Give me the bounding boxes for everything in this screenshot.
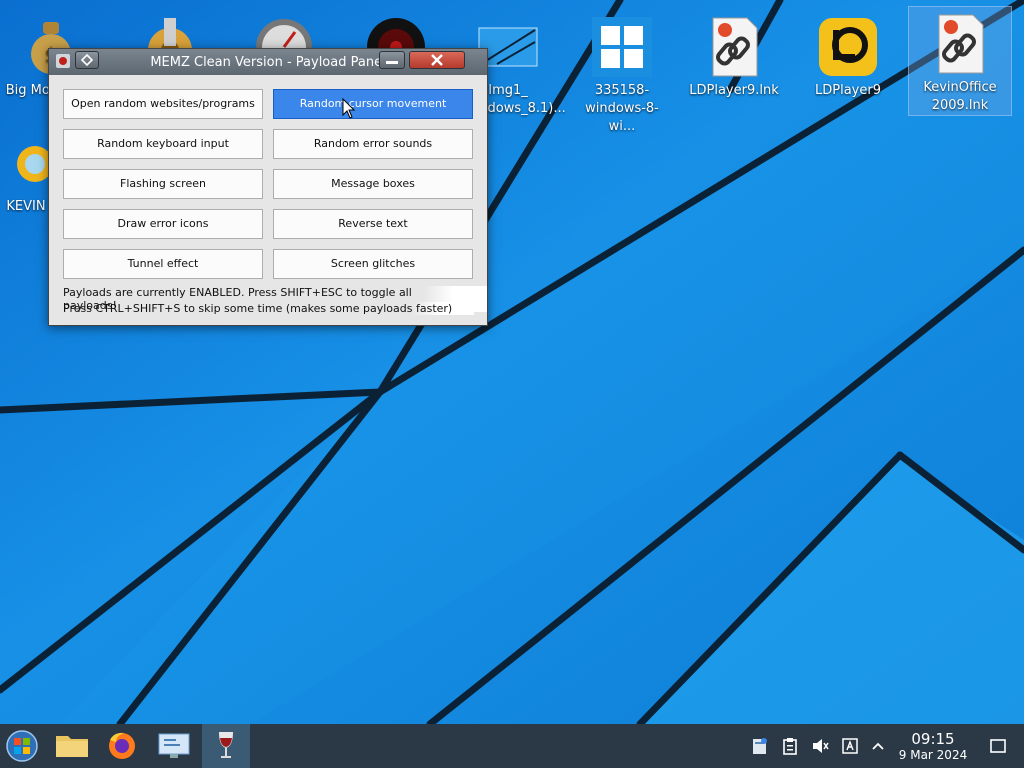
taskbar-wine-app[interactable] (202, 724, 250, 768)
clipboard-icon[interactable] (780, 736, 800, 756)
desktop-icon-label: LDPlayer9.lnk (689, 83, 779, 98)
payload-button-open-websites[interactable]: Open random websites/programs (63, 89, 263, 119)
wine-glass-icon (219, 732, 233, 758)
memz-payload-window: MEMZ Clean Version - Payload Panel Open … (48, 48, 488, 326)
clock-date[interactable]: 9 Mar 2024 (892, 748, 974, 762)
chevron-up-icon[interactable] (868, 736, 888, 756)
shortcut-file-icon (929, 13, 991, 75)
payload-button-tunnel-effect[interactable]: Tunnel effect (63, 249, 263, 279)
desktop: $ Big Money Dis Img1_ (Windows_8.1)... 3… (0, 0, 1024, 724)
payload-button-keyboard-input[interactable]: Random keyboard input (63, 129, 263, 159)
start-orb-icon (6, 730, 38, 762)
payload-button-flashing-screen[interactable]: Flashing screen (63, 169, 263, 199)
desktop-icon-ldplayer[interactable]: LDPlayer9 (796, 10, 900, 100)
notifier-icon[interactable] (750, 736, 770, 756)
clock-time[interactable]: 09:15 (898, 730, 968, 748)
payload-button-reverse-text[interactable]: Reverse text (273, 209, 473, 239)
desktop-icon-label: 335158-windows-8-wi... (585, 83, 659, 134)
taskbar-firefox[interactable] (98, 724, 146, 768)
windows-logo-icon (591, 16, 653, 78)
folder-icon (56, 736, 88, 757)
firefox-icon (109, 732, 135, 759)
desktop-icon-windows-wallpaper[interactable]: 335158-windows-8-wi... (570, 10, 674, 136)
desktop-icon-kevinoffice[interactable]: KevinOffice 2009.lnk (908, 6, 1012, 116)
shortcut-file-icon (703, 16, 765, 78)
close-icon (431, 54, 443, 66)
desktop-icon-ldplayer-lnk[interactable]: LDPlayer9.lnk (682, 10, 786, 100)
payload-button-cursor-movement[interactable]: Random cursor movement (273, 89, 473, 119)
payload-button-message-boxes[interactable]: Message boxes (273, 169, 473, 199)
mouse-cursor-icon (342, 98, 356, 119)
desktop-icon-label: LDPlayer9 (815, 83, 881, 98)
remote-desktop-icon (158, 733, 190, 758)
show-desktop-icon[interactable] (988, 736, 1008, 756)
minimize-icon (386, 61, 398, 64)
skip-time-hint: Press CTRL+SHIFT+S to skip some time (ma… (63, 302, 475, 315)
window-titlebar[interactable]: MEMZ Clean Version - Payload Panel (49, 49, 487, 75)
close-button[interactable] (409, 51, 465, 69)
minimize-button[interactable] (379, 51, 405, 69)
taskbar: 09:15 9 Mar 2024 (0, 724, 1024, 768)
ldplayer-icon (817, 16, 879, 78)
payload-button-screen-glitches[interactable]: Screen glitches (273, 249, 473, 279)
payload-button-error-sounds[interactable]: Random error sounds (273, 129, 473, 159)
start-button[interactable] (0, 724, 48, 768)
desktop-icon-label: KevinOffice 2009.lnk (923, 80, 997, 113)
taskbar-file-manager[interactable] (48, 724, 96, 768)
keyboard-layout-icon[interactable] (840, 736, 860, 756)
payload-button-draw-error-icons[interactable]: Draw error icons (63, 209, 263, 239)
volume-muted-icon[interactable] (810, 736, 830, 756)
taskbar-remote-desktop[interactable] (150, 724, 198, 768)
